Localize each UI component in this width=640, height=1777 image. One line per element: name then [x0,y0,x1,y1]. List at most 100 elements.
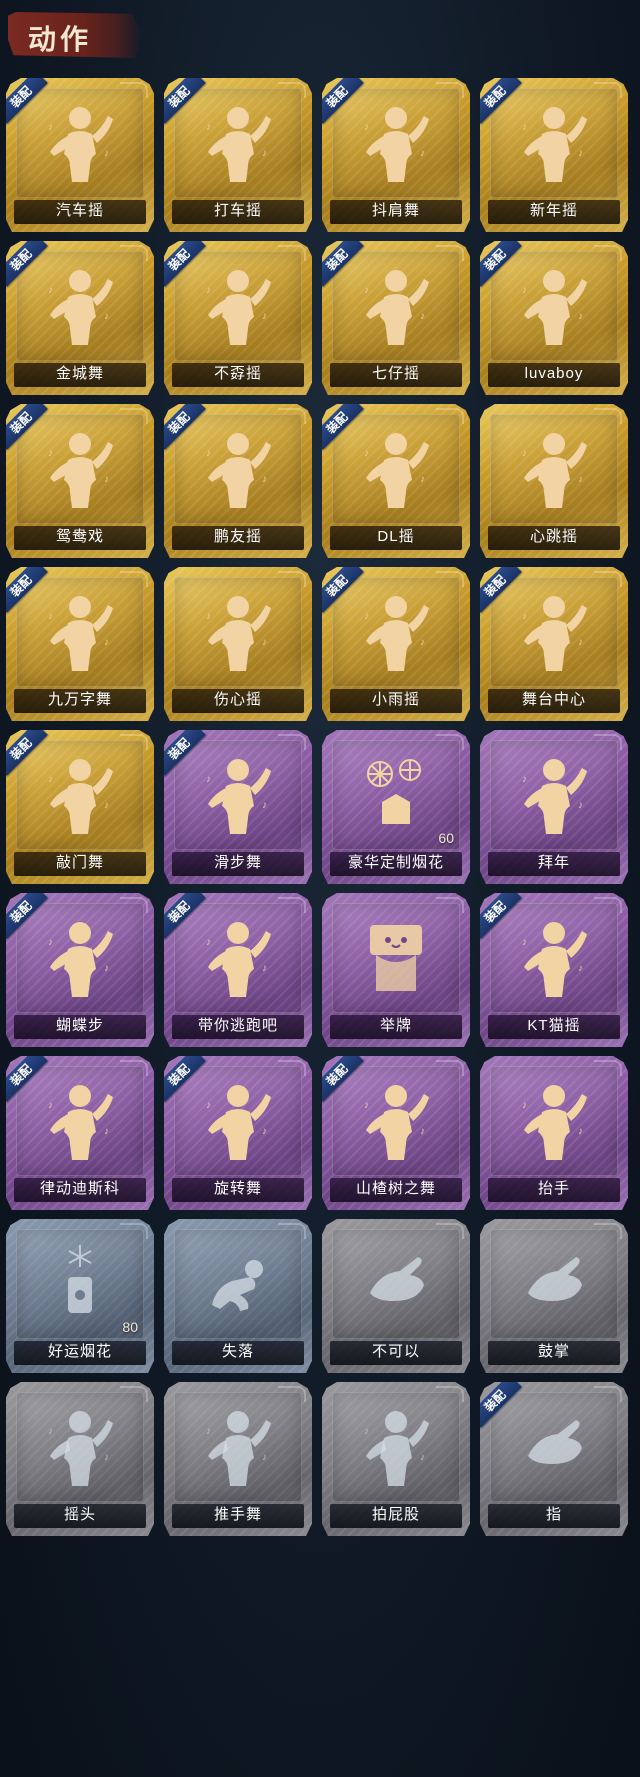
action-card[interactable]: ♪ ♪ 拍屁股 [322,1382,470,1536]
dance-figure-icon: ♪ ♪ [198,589,278,673]
equipped-badge-wrap: 装配 [322,1056,372,1106]
equipped-badge-wrap: 装配 [480,78,530,128]
action-card[interactable]: ♪ ♪ 拜年 [480,730,628,884]
svg-text:♪: ♪ [104,637,109,648]
action-card[interactable]: 失落 [164,1219,312,1373]
svg-text:♪: ♪ [262,1452,267,1463]
action-card[interactable]: ♪ ♪ 蝴蝶步 装配 [6,893,154,1047]
action-label: 指 [545,1506,562,1523]
action-card[interactable]: ♪ ♪ 摇头 [6,1382,154,1536]
svg-text:♪: ♪ [578,800,583,811]
action-label: 好运烟花 [47,1343,112,1360]
dance-figure-icon: ♪ ♪ [514,426,594,510]
action-card[interactable]: ♪ ♪ 汽车摇 装配 [6,78,154,232]
svg-text:♪: ♪ [420,637,425,648]
raise-hand-icon: ♪ ♪ [514,1078,594,1162]
action-card[interactable]: 举牌 [322,893,470,1047]
action-card[interactable]: ♪ ♪ 金城舞 装配 [6,241,154,395]
action-label: 舞台中心 [521,691,586,708]
equipped-badge-wrap: 装配 [164,1056,214,1106]
action-label: 心跳摇 [529,528,578,545]
equipped-badge: 装配 [6,1056,48,1102]
action-label: 律动迪斯科 [39,1180,120,1197]
action-label: 推手舞 [213,1506,262,1523]
action-card[interactable]: ♪ ♪ KT猫摇 装配 [480,893,628,1047]
svg-text:♪: ♪ [578,148,583,159]
action-label: 旋转舞 [213,1180,262,1197]
action-card[interactable]: 指 装配 [480,1382,628,1536]
equipped-badge-wrap: 装配 [322,241,372,291]
action-label: 汽车摇 [55,202,104,219]
action-card[interactable]: ♪ ♪ 小雨摇 装配 [322,567,470,721]
action-card[interactable]: ♪ ♪ 七仔摇 装配 [322,241,470,395]
action-card[interactable]: ♪ ♪ 不孬摇 装配 [164,241,312,395]
svg-text:♪: ♪ [206,1426,211,1437]
action-card[interactable]: ♪ ♪ 律动迪斯科 装配 [6,1056,154,1210]
svg-text:♪: ♪ [104,311,109,322]
action-card[interactable]: ♪ ♪ 九万字舞 装配 [6,567,154,721]
equipped-badge-wrap: 装配 [164,404,214,454]
equipped-badge-wrap: 装配 [6,241,56,291]
svg-text:♪: ♪ [262,963,267,974]
action-card[interactable]: ♪ ♪ 鹏友摇 装配 [164,404,312,558]
action-card[interactable]: ♪ ♪ 新年摇 装配 [480,78,628,232]
equipped-badge: 装配 [6,78,48,124]
action-card[interactable]: 鼓掌 [480,1219,628,1373]
item-count: 60 [438,830,454,846]
action-card[interactable]: ♪ ♪ 带你逃跑吧 装配 [164,893,312,1047]
svg-text:♪: ♪ [104,1452,109,1463]
action-card[interactable]: ♪ ♪ 伤心摇 [164,567,312,721]
equipped-badge: 装配 [322,567,364,613]
svg-text:♪: ♪ [104,1126,109,1137]
action-label: DL摇 [377,528,415,545]
action-card[interactable]: ♪ ♪ 敲门舞 装配 [6,730,154,884]
equipped-badge: 装配 [480,567,522,613]
action-card[interactable]: ♪ ♪ DL摇 装配 [322,404,470,558]
svg-text:♪: ♪ [420,1126,425,1137]
action-label: 不孬摇 [213,365,262,382]
item-count: 80 [122,1319,138,1335]
svg-text:♪: ♪ [104,474,109,485]
pat-figure-icon: ♪ ♪ [356,1404,436,1488]
action-card[interactable]: ♪ ♪ 心跳摇 [480,404,628,558]
action-card[interactable]: ♪ ♪ 推手舞 [164,1382,312,1536]
clap-hands-icon [514,1241,594,1325]
svg-text:♪: ♪ [104,963,109,974]
action-card[interactable]: ♪ ♪ 打车摇 装配 [164,78,312,232]
equipped-badge: 装配 [6,567,48,613]
action-grid: ♪ ♪ 汽车摇 装配 ♪ ♪ 打车摇 装配 ♪ ♪ 抖肩舞 装配 ♪ ♪ 新年摇 装配 … [6,78,628,1536]
equipped-badge-wrap: 装配 [322,404,372,454]
action-label: luvaboy [524,365,584,382]
action-card[interactable]: 80 好运烟花 [6,1219,154,1373]
action-card[interactable]: ♪ ♪ 抬手 [480,1056,628,1210]
action-label: 鹏友摇 [213,528,262,545]
action-card[interactable]: 不可以 [322,1219,470,1373]
action-card[interactable]: ♪ ♪ 抖肩舞 装配 [322,78,470,232]
equipped-badge-wrap: 装配 [164,730,214,780]
svg-text:♪: ♪ [522,774,527,785]
svg-text:♪: ♪ [578,1126,583,1137]
svg-text:♪: ♪ [206,611,211,622]
section-header: 动作 [0,0,640,70]
finger-wag-icon [356,1241,436,1325]
action-card[interactable]: ♪ ♪ 滑步舞 装配 [164,730,312,884]
equipped-badge-wrap: 装配 [164,893,214,943]
action-card[interactable]: ♪ ♪ 山楂树之舞 装配 [322,1056,470,1210]
action-label: 摇头 [63,1506,96,1523]
action-label: 不可以 [371,1343,420,1360]
action-card[interactable]: ♪ ♪ 鸳鸯戏 装配 [6,404,154,558]
equipped-badge-wrap: 装配 [480,1382,530,1432]
action-card[interactable]: ♪ ♪ 旋转舞 装配 [164,1056,312,1210]
shake-head-icon: ♪ ♪ [40,1404,120,1488]
action-card[interactable]: ♪ ♪ luvaboy 装配 [480,241,628,395]
action-label: 敲门舞 [55,854,104,871]
equipped-badge: 装配 [480,1382,522,1428]
push-hands-icon: ♪ ♪ [198,1404,278,1488]
action-label: 七仔摇 [371,365,420,382]
kneel-figure-icon [198,1241,278,1325]
svg-text:♪: ♪ [420,311,425,322]
svg-text:♪: ♪ [420,474,425,485]
equipped-badge: 装配 [6,241,48,287]
action-card[interactable]: ♪ ♪ 舞台中心 装配 [480,567,628,721]
action-card[interactable]: 60 豪华定制烟花 [322,730,470,884]
